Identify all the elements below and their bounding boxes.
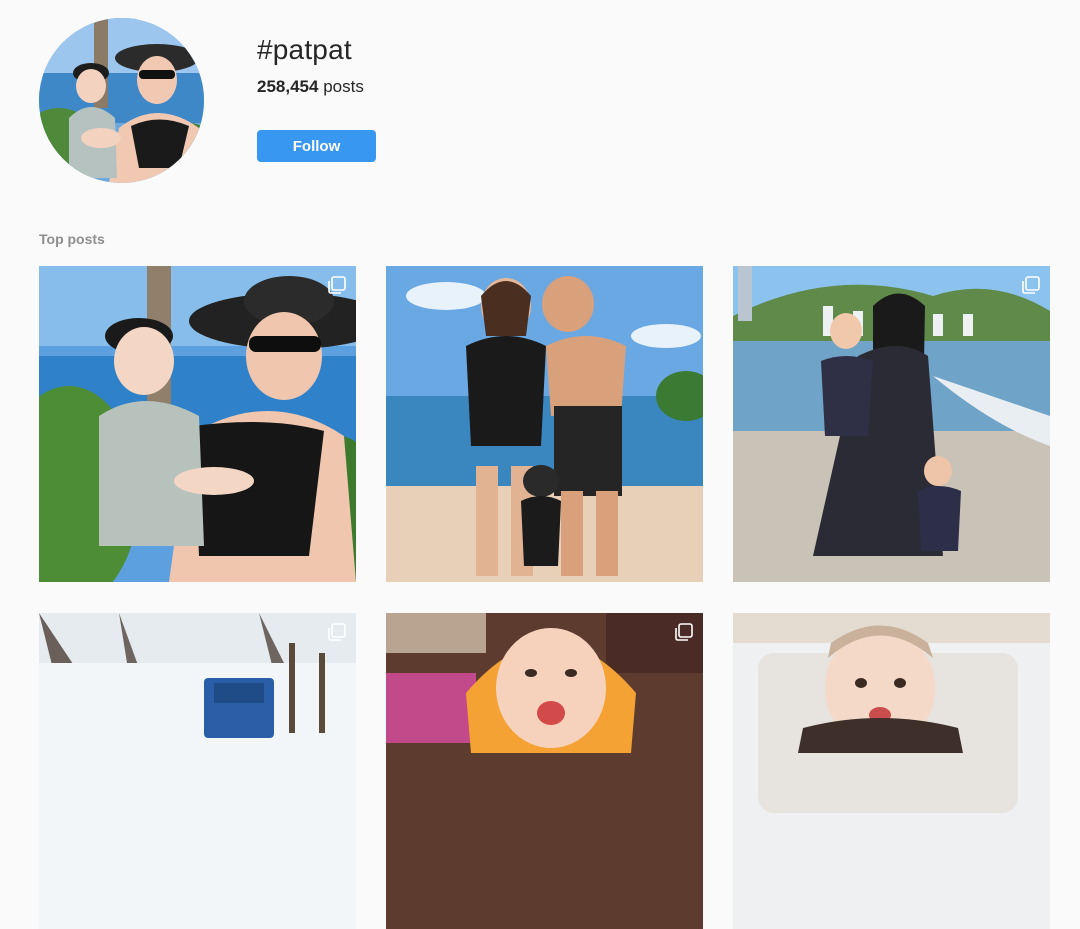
carousel-icon [328,276,346,294]
post-photo-6 [733,613,1050,929]
avatar-photo [39,18,204,183]
top-posts-heading: Top posts [39,231,105,247]
carousel-icon [328,623,346,641]
carousel-icon [675,623,693,641]
post-photo-2 [386,266,703,582]
post-tile-6[interactable] [733,613,1050,929]
post-photo-4 [39,613,356,929]
hashtag-avatar [39,18,204,183]
post-tile-1[interactable] [39,266,356,582]
post-tile-5[interactable] [386,613,703,929]
posts-count: 258,454 posts [257,77,364,97]
follow-button[interactable]: Follow [257,130,376,162]
carousel-icon [1022,276,1040,294]
post-photo-5 [386,613,703,929]
post-tile-4[interactable] [39,613,356,929]
posts-count-number: 258,454 [257,77,319,96]
post-photo-3 [733,266,1050,582]
post-tile-3[interactable] [733,266,1050,582]
post-photo-1 [39,266,356,582]
posts-count-label: posts [323,77,364,96]
hashtag-title: #patpat [257,34,352,65]
post-tile-2[interactable] [386,266,703,582]
